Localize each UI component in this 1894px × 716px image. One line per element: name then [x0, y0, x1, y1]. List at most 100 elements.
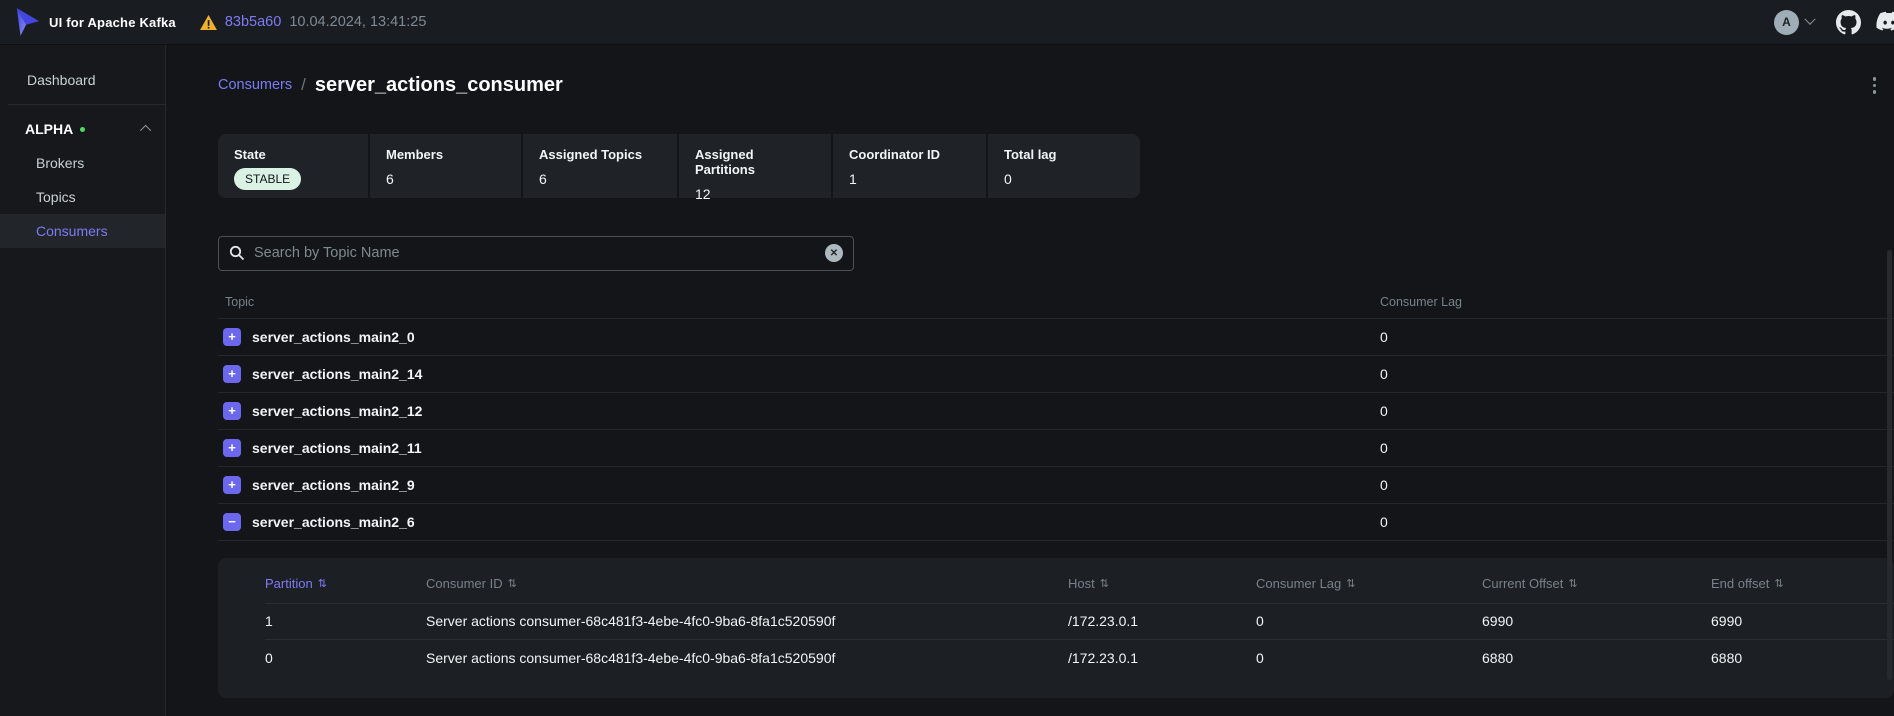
- metrics-strip: State STABLE Members 6 Assigned Topics 6…: [218, 134, 1894, 198]
- metric-coordinator-id: Coordinator ID 1: [833, 134, 986, 198]
- column-label: Current Offset: [1482, 576, 1563, 591]
- app-title: UI for Apache Kafka: [49, 15, 176, 30]
- metric-state: State STABLE: [218, 134, 368, 198]
- partition-row: 1 Server actions consumer-68c481f3-4ebe-…: [265, 604, 1894, 640]
- sidebar-item-topics[interactable]: Topics: [0, 180, 165, 214]
- collapse-minus-icon[interactable]: −: [223, 513, 241, 531]
- consumer-id-value: Server actions consumer-68c481f3-4ebe-4f…: [426, 650, 1068, 666]
- top-bar: UI for Apache Kafka 83b5a60 10.04.2024, …: [0, 0, 1894, 45]
- sidebar-cluster-alpha[interactable]: ALPHA: [0, 112, 165, 146]
- column-header-consumer-id[interactable]: Consumer ID ⇅: [426, 576, 1068, 591]
- consumer-lag-value: 0: [1380, 477, 1894, 493]
- metric-value: 6: [386, 171, 505, 187]
- metric-members: Members 6: [370, 134, 521, 198]
- column-label: Partition: [265, 576, 313, 591]
- current-offset-value: 6990: [1482, 613, 1711, 629]
- breadcrumb-separator: /: [301, 75, 306, 95]
- sidebar-item-brokers[interactable]: Brokers: [0, 146, 165, 180]
- metric-label: Coordinator ID: [849, 147, 970, 162]
- commit-link[interactable]: 83b5a60: [225, 14, 281, 30]
- page-title: server_actions_consumer: [315, 74, 563, 97]
- expand-plus-icon[interactable]: +: [223, 328, 241, 346]
- sidebar-divider: [8, 104, 165, 105]
- table-row[interactable]: + server_actions_main2_11 0: [218, 430, 1894, 467]
- sidebar-item-label: Brokers: [36, 155, 84, 171]
- expand-plus-icon[interactable]: +: [223, 439, 241, 457]
- main-content: Consumers / server_actions_consumer Stat…: [166, 45, 1894, 716]
- chevron-up-icon: [140, 125, 151, 136]
- topic-name: server_actions_main2_12: [252, 403, 422, 419]
- partition-detail-panel: Partition ⇅ Consumer ID ⇅ Host ⇅ Consume…: [218, 558, 1894, 698]
- consumer-lag-value: 0: [1380, 329, 1894, 345]
- column-label: End offset: [1711, 576, 1769, 591]
- column-label: Consumer ID: [426, 576, 503, 591]
- table-row-expanded[interactable]: − server_actions_main2_6 0: [218, 504, 1894, 541]
- search-input[interactable]: [254, 245, 825, 261]
- consumer-lag-value: 0: [1256, 613, 1482, 629]
- build-timestamp: 10.04.2024, 13:41:25: [289, 14, 426, 30]
- discord-icon[interactable]: [1875, 11, 1894, 33]
- table-row[interactable]: + server_actions_main2_14 0: [218, 356, 1894, 393]
- end-offset-value: 6880: [1711, 650, 1894, 666]
- cluster-online-dot: [80, 127, 85, 132]
- page-header: Consumers / server_actions_consumer: [166, 45, 1894, 100]
- column-header-partition[interactable]: Partition ⇅: [265, 576, 426, 591]
- host-value: /172.23.0.1: [1068, 613, 1256, 629]
- detail-table-header: Partition ⇅ Consumer ID ⇅ Host ⇅ Consume…: [265, 564, 1894, 604]
- consumer-lag-value: 0: [1256, 650, 1482, 666]
- metric-label: Assigned Topics: [539, 147, 661, 162]
- metric-label: Total lag: [1004, 147, 1124, 162]
- expand-plus-icon[interactable]: +: [223, 365, 241, 383]
- partition-value: 1: [265, 613, 426, 629]
- metric-value: 12: [695, 186, 815, 202]
- sidebar-item-dashboard[interactable]: Dashboard: [0, 63, 165, 97]
- topic-name: server_actions_main2_0: [252, 329, 415, 345]
- column-label: Consumer Lag: [1256, 576, 1341, 591]
- topic-name: server_actions_main2_6: [252, 514, 415, 530]
- kebab-menu-icon[interactable]: [1865, 71, 1885, 100]
- sidebar-item-consumers[interactable]: Consumers: [0, 214, 165, 248]
- sidebar: Dashboard ALPHA Brokers Topics Consumers: [0, 45, 166, 716]
- table-row[interactable]: + server_actions_main2_9 0: [218, 467, 1894, 504]
- github-icon[interactable]: [1836, 10, 1861, 35]
- sort-icon: ⇅: [1100, 577, 1109, 590]
- sort-icon: ⇅: [318, 577, 327, 590]
- consumer-lag-value: 0: [1380, 514, 1894, 530]
- user-menu[interactable]: A: [1774, 10, 1814, 35]
- scrollbar[interactable]: [1887, 250, 1892, 680]
- metric-label: State: [234, 147, 352, 162]
- sort-icon: ⇅: [508, 577, 517, 590]
- end-offset-value: 6990: [1711, 613, 1894, 629]
- clear-search-icon[interactable]: ✕: [825, 244, 843, 262]
- topics-table: Topic Consumer Lag + server_actions_main…: [218, 287, 1894, 541]
- column-header-current-offset[interactable]: Current Offset ⇅: [1482, 576, 1711, 591]
- column-header-topic: Topic: [218, 295, 1380, 309]
- current-offset-value: 6880: [1482, 650, 1711, 666]
- table-row[interactable]: + server_actions_main2_0 0: [218, 319, 1894, 356]
- metric-total-lag: Total lag 0: [988, 134, 1140, 198]
- search-icon: [229, 245, 245, 261]
- expand-plus-icon[interactable]: +: [223, 476, 241, 494]
- column-header-host[interactable]: Host ⇅: [1068, 576, 1256, 591]
- cluster-name: ALPHA: [25, 121, 73, 137]
- partition-value: 0: [265, 650, 426, 666]
- host-value: /172.23.0.1: [1068, 650, 1256, 666]
- sort-icon: ⇅: [1346, 577, 1355, 590]
- metric-assigned-topics: Assigned Topics 6: [523, 134, 677, 198]
- search-box: ✕: [218, 236, 854, 271]
- table-row[interactable]: + server_actions_main2_12 0: [218, 393, 1894, 430]
- sidebar-item-label: Consumers: [36, 223, 108, 239]
- expand-plus-icon[interactable]: +: [223, 402, 241, 420]
- metric-value: 6: [539, 171, 661, 187]
- avatar[interactable]: A: [1774, 10, 1799, 35]
- sidebar-item-label: Topics: [36, 189, 76, 205]
- warning-icon: [200, 15, 217, 30]
- metric-label: Assigned Partitions: [695, 147, 815, 177]
- metric-value: 1: [849, 171, 970, 187]
- column-header-end-offset[interactable]: End offset ⇅: [1711, 576, 1894, 591]
- column-header-consumer-lag[interactable]: Consumer Lag ⇅: [1256, 576, 1482, 591]
- breadcrumb-consumers-link[interactable]: Consumers: [218, 77, 292, 93]
- column-label: Host: [1068, 576, 1095, 591]
- consumer-lag-value: 0: [1380, 403, 1894, 419]
- consumer-lag-value: 0: [1380, 366, 1894, 382]
